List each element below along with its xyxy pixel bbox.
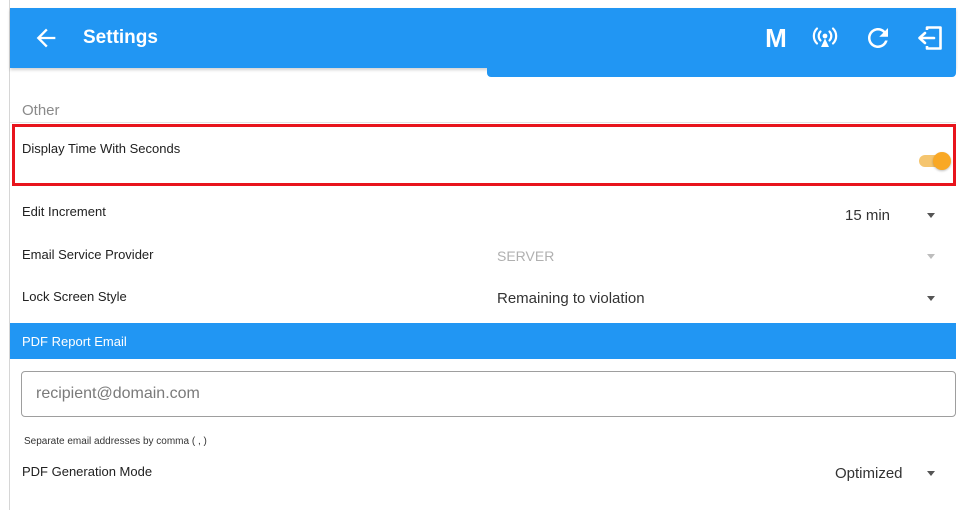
m-button[interactable]: M xyxy=(762,23,790,53)
recipient-email-input[interactable] xyxy=(36,372,936,416)
section-divider xyxy=(10,122,956,123)
edit-increment-label: Edit Increment xyxy=(22,204,106,219)
lock-screen-style-dropdown-icon[interactable] xyxy=(927,296,935,301)
logout-button[interactable] xyxy=(915,23,945,53)
recipient-email-field[interactable] xyxy=(21,371,956,417)
page-title: Settings xyxy=(83,27,158,48)
pdf-generation-mode-label: PDF Generation Mode xyxy=(22,464,153,479)
pdf-report-email-header: PDF Report Email xyxy=(10,323,956,359)
pdf-generation-mode-value[interactable]: Optimized xyxy=(835,465,903,482)
lock-screen-style-label: Lock Screen Style xyxy=(22,289,127,304)
logout-icon xyxy=(918,26,942,50)
app-bar: Settings M xyxy=(10,8,956,68)
email-hint-text: Separate email addresses by comma ( , ) xyxy=(24,436,207,447)
left-frame xyxy=(0,0,9,510)
toggle-thumb xyxy=(933,152,951,170)
arrow-left-icon xyxy=(36,28,56,48)
email-service-provider-label: Email Service Provider xyxy=(22,247,154,262)
refresh-button[interactable] xyxy=(863,23,893,53)
email-service-provider-value: SERVER xyxy=(497,248,555,264)
lock-screen-style-value[interactable]: Remaining to violation xyxy=(497,290,645,307)
refresh-icon xyxy=(868,27,888,48)
connection-button[interactable] xyxy=(810,23,840,53)
edit-increment-value[interactable]: 15 min xyxy=(845,207,890,224)
display-time-seconds-toggle[interactable] xyxy=(919,150,953,172)
email-service-provider-dropdown-icon xyxy=(927,254,935,259)
edit-increment-dropdown-icon[interactable] xyxy=(927,213,935,218)
collapsed-panel-edge xyxy=(487,68,956,77)
display-time-seconds-label: Display Time With Seconds xyxy=(22,141,181,156)
section-header-other: Other xyxy=(22,102,60,119)
left-border xyxy=(9,0,10,510)
pdf-generation-mode-dropdown-icon[interactable] xyxy=(927,471,935,476)
pdf-report-email-title: PDF Report Email xyxy=(22,334,127,349)
wireless-signal-icon xyxy=(812,27,838,47)
back-button[interactable] xyxy=(32,24,60,52)
